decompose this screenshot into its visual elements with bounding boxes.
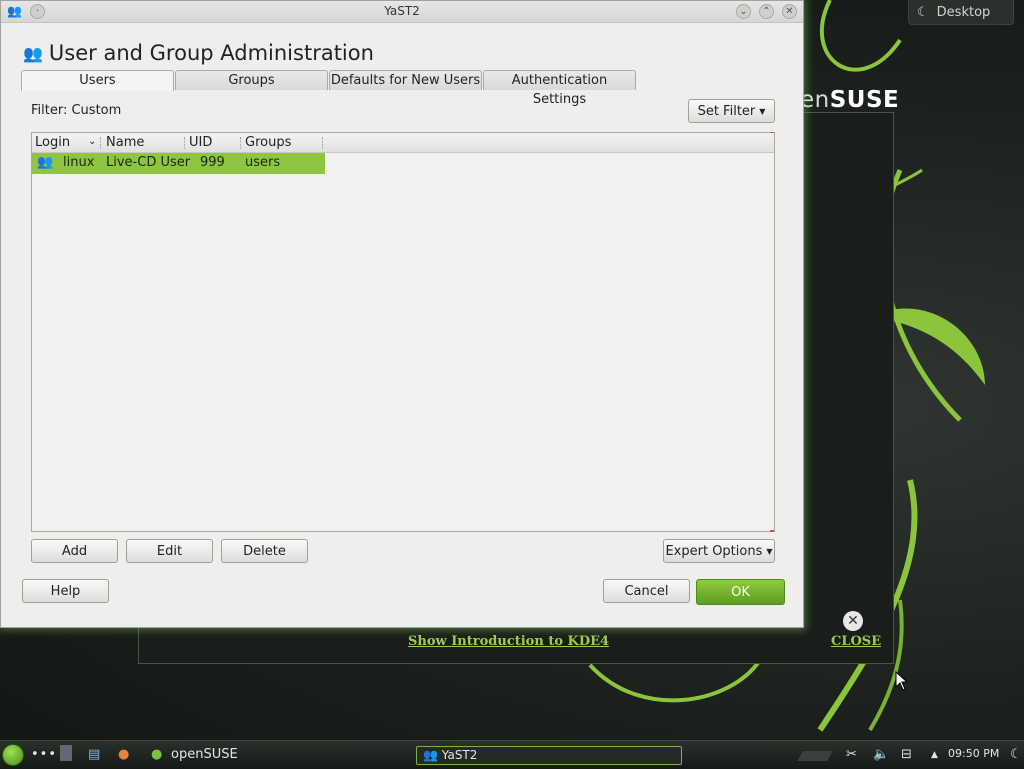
display-icon[interactable]: ⊟ <box>901 747 912 762</box>
column-separator[interactable] <box>322 137 324 149</box>
volume-icon[interactable]: 🔈 <box>873 747 889 762</box>
sort-chevron-icon[interactable]: ⌄ <box>88 136 96 147</box>
cancel-button[interactable]: Cancel <box>603 579 690 603</box>
tab-users[interactable]: Users <box>21 70 174 91</box>
mouse-pointer-icon <box>895 671 909 691</box>
column-separator[interactable] <box>240 137 242 149</box>
minimize-icon[interactable]: ⌄ <box>736 4 751 19</box>
pager-icon[interactable] <box>60 745 72 761</box>
moon-icon: ☾ <box>917 4 929 20</box>
desktop-button-label: Desktop <box>936 4 991 20</box>
opensuse-brand-text: enSUSE <box>800 87 899 113</box>
window-title: YaST2 <box>384 4 420 18</box>
set-filter-button[interactable]: Set Filter ▼ <box>688 99 775 123</box>
expert-options-label: Expert Options <box>665 544 763 559</box>
tab-groups[interactable]: Groups <box>175 70 328 90</box>
brand-suse: SUSE <box>829 87 900 113</box>
window-titlebar[interactable]: 👥 · YaST2 ⌄ ⌃ ✕ <box>1 1 803 23</box>
show-kde4-intro-link[interactable]: Show Introduction to KDE4 <box>408 634 609 649</box>
users-table[interactable]: Login ⌄ Name UID Groups 👥 linux Live-CD … <box>31 132 775 532</box>
help-button[interactable]: Help <box>22 579 109 603</box>
network-tool-icon[interactable]: ✂ <box>846 747 857 762</box>
file-manager-icon[interactable]: ▤ <box>88 747 100 762</box>
page-heading: 👥 User and Group Administration <box>23 41 374 65</box>
column-separator[interactable] <box>184 137 186 149</box>
tab-auth-label: Authentication Settings <box>511 73 608 107</box>
clock[interactable]: 09:50 PM <box>948 747 999 760</box>
tray-expand-icon[interactable]: ▲ <box>931 750 938 760</box>
yast-window: 👥 · YaST2 ⌄ ⌃ ✕ 👥 User and Group Adminis… <box>0 0 804 628</box>
task-label: YaST2 <box>441 748 478 762</box>
cell-name: Live-CD User <box>106 155 191 170</box>
column-header-name[interactable]: Name <box>106 135 144 150</box>
yast-task-icon: 👥 <box>423 748 438 762</box>
table-row[interactable]: 👥 linux Live-CD User 999 users <box>32 153 325 174</box>
set-filter-label: Set Filter <box>697 104 756 119</box>
tray-separator <box>797 751 833 761</box>
table-corner-marker <box>770 530 774 532</box>
tab-defaults-new-users[interactable]: Defaults for New Users <box>329 70 482 90</box>
column-header-groups[interactable]: Groups <box>245 135 291 150</box>
expert-options-button[interactable]: Expert Options ▼ <box>663 539 775 563</box>
add-button[interactable]: Add <box>31 539 118 563</box>
tab-authentication-settings[interactable]: Authentication Settings <box>483 70 636 107</box>
dropdown-arrow-icon: ▼ <box>766 547 773 556</box>
close-icon[interactable]: ✕ <box>782 4 797 19</box>
maximize-icon[interactable]: ⌃ <box>759 4 774 19</box>
tab-users-label: Users <box>79 73 116 88</box>
table-header: Login ⌄ Name UID Groups <box>32 133 774 153</box>
column-header-uid[interactable]: UID <box>189 135 212 150</box>
tab-groups-label: Groups <box>228 73 275 88</box>
page-title: User and Group Administration <box>48 41 374 65</box>
brand-prefix: en <box>800 87 830 113</box>
column-separator[interactable] <box>100 137 102 149</box>
desktop-toolbox-button[interactable]: ☾ Desktop <box>908 0 1014 25</box>
more-dots-icon[interactable]: ••• <box>31 747 57 762</box>
cashew-icon[interactable]: ☾ <box>1010 747 1022 762</box>
edit-button[interactable]: Edit <box>126 539 213 563</box>
firefox-icon[interactable]: ● <box>118 747 129 762</box>
close-circle-icon[interactable]: ✕ <box>843 611 863 631</box>
tab-defaults-label: Defaults for New Users <box>330 73 481 88</box>
filter-label: Filter: Custom <box>31 103 122 118</box>
column-header-login[interactable]: Login <box>35 135 70 150</box>
taskbar: ••• ▤ ● ● openSUSE 👥 YaST2 ✂ 🔈 ⊟ ▲ 09:50… <box>0 740 1024 769</box>
cell-uid: 999 <box>200 155 225 170</box>
opensuse-icon: ● <box>151 747 163 762</box>
delete-button[interactable]: Delete <box>221 539 308 563</box>
user-icon: 👥 <box>37 155 54 170</box>
cell-login: linux <box>63 155 95 170</box>
kde-menu-button[interactable] <box>2 744 24 766</box>
opensuse-launcher-label[interactable]: openSUSE <box>171 747 238 762</box>
welcome-close-link[interactable]: CLOSE <box>831 634 881 649</box>
dropdown-arrow-icon: ▼ <box>759 107 766 116</box>
tab-bar: Users Groups Defaults for New Users Auth… <box>21 70 637 107</box>
ok-button[interactable]: OK <box>696 579 785 605</box>
users-icon: 👥 <box>23 43 43 63</box>
taskbar-task-yast[interactable]: 👥 YaST2 <box>416 746 682 765</box>
cell-groups: users <box>245 155 281 170</box>
